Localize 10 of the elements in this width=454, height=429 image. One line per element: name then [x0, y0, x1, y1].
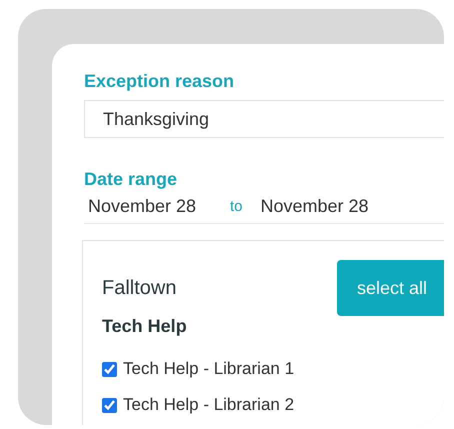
field-label: Exception reason	[84, 70, 236, 92]
checkbox-label: Tech Help - Librarian 1	[123, 359, 294, 379]
checkbox-label: Tech Help - Librarian 2	[123, 395, 294, 415]
checkbox[interactable]	[102, 362, 117, 376]
reason-input[interactable]: Thanksgiving	[84, 100, 444, 138]
field-label: Date range	[84, 168, 178, 190]
group-title: Tech Help	[102, 316, 188, 337]
range-separator: to	[230, 198, 243, 215]
checkbox[interactable]	[102, 398, 117, 412]
location-name: Falltown	[102, 276, 178, 300]
